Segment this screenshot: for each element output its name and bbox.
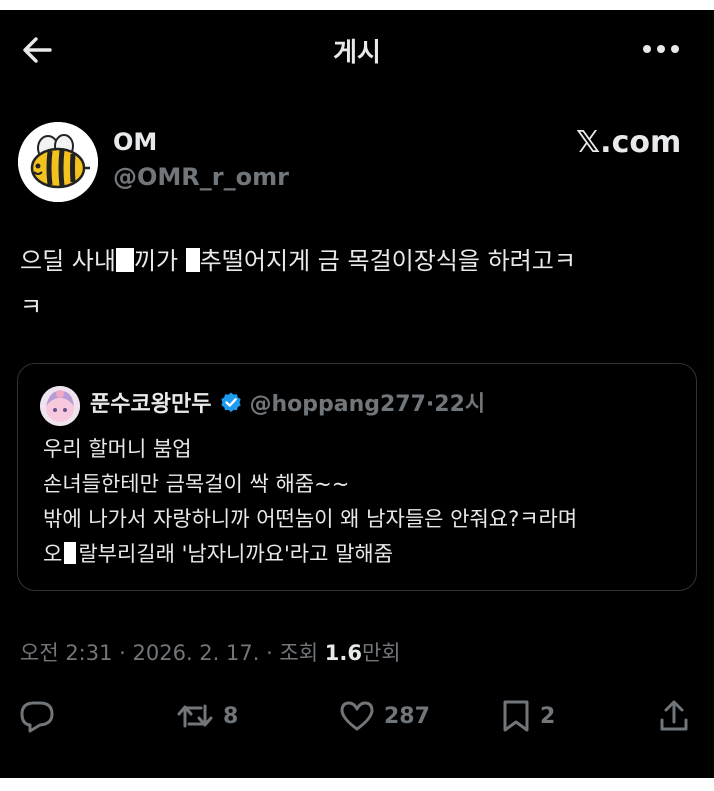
redaction-block — [185, 248, 200, 272]
quoted-text-line: 오 랄부리길래 '남자니까요'라고 말해줌 — [43, 537, 683, 572]
view-count: 1.6 — [324, 641, 362, 665]
quoted-text-line: 손녀들한테만 금목걸이 싹 해줌~~ — [43, 472, 350, 496]
quoted-author-avatar[interactable] — [40, 386, 80, 426]
post-text-part: 추떨어지게 금 목걸이장식을 하려고ㅋ — [199, 247, 576, 275]
page-title: 게시 — [333, 38, 381, 68]
bookmark-icon — [503, 700, 529, 732]
bee-icon — [18, 122, 98, 202]
bookmark-button[interactable]: 2 — [500, 698, 555, 734]
post-text-part: 끼가 — [133, 247, 186, 275]
author-handle[interactable]: @OMR_r_omr — [113, 163, 289, 191]
reply-button[interactable] — [18, 698, 64, 734]
quoted-text-line: 우리 할머니 붐업 — [43, 437, 192, 461]
more-icon — [643, 45, 679, 53]
quoted-text-part: 랄부리길래 '남자니까요'라고 말해줌 — [78, 542, 394, 566]
share-icon — [660, 700, 688, 731]
like-button[interactable]: 287 — [338, 698, 430, 734]
top-bar: 게시 — [0, 10, 714, 88]
post-meta: 오전 2:31 · 2026. 2. 17. · 조회 1.6만회 — [20, 637, 401, 667]
like-count: 287 — [384, 703, 430, 729]
post-text: 으딜 사내 끼가 추떨어지게 금 목걸이장식을 하려고ㅋ ㅋ — [20, 238, 700, 330]
quoted-post-header: 푼수코왕만두 @hoppang277·22시 — [90, 390, 485, 424]
quoted-text-part: 오 — [43, 542, 63, 566]
source-watermark: 𝕏.com — [576, 125, 682, 160]
more-options-button[interactable] — [638, 34, 684, 64]
separator-dot: · — [425, 392, 435, 417]
redaction-block — [64, 542, 77, 564]
bookmark-count: 2 — [540, 703, 556, 729]
share-button[interactable] — [656, 698, 692, 734]
heart-icon — [340, 701, 374, 731]
character-avatar-icon — [40, 386, 80, 426]
post-text-part: 으딜 사내 — [20, 247, 116, 275]
view-count-unit: 만회 — [361, 641, 401, 665]
quoted-author-name[interactable]: 푼수코왕만두 — [90, 392, 211, 417]
post-timestamp: 오전 2:31 · 2026. 2. 17. · 조회 — [20, 641, 325, 665]
author-avatar[interactable] — [18, 122, 98, 202]
quoted-post-time: 22시 — [434, 392, 486, 417]
quoted-author-handle[interactable]: @hoppang277 — [249, 392, 425, 417]
repost-icon — [177, 704, 213, 728]
repost-button[interactable]: 8 — [175, 698, 238, 734]
quoted-post[interactable]: 푼수코왕만두 @hoppang277·22시 우리 할머니 붐업 손녀들한테만 금… — [17, 363, 697, 591]
redaction-block — [115, 248, 134, 272]
quoted-text-line: 밖에 나가서 자랑하니까 어떤놈이 왜 남자들은 안줘요?ㅋ라며 — [43, 507, 578, 531]
post-screen: 게시 OM @OMR_r_omr 𝕏.com 으딜 사내끼가 추떨어지게 금 — [0, 10, 714, 778]
verified-check-icon — [221, 392, 242, 412]
reply-icon — [20, 701, 54, 733]
verified-badge — [219, 391, 243, 424]
post-text-part: ㅋ — [20, 293, 43, 321]
quoted-post-text: 우리 할머니 붐업 손녀들한테만 금목걸이 싹 해줌~~ 밖에 나가서 자랑하니… — [43, 432, 683, 572]
author-name[interactable]: OM — [113, 128, 157, 156]
repost-count: 8 — [223, 703, 239, 729]
